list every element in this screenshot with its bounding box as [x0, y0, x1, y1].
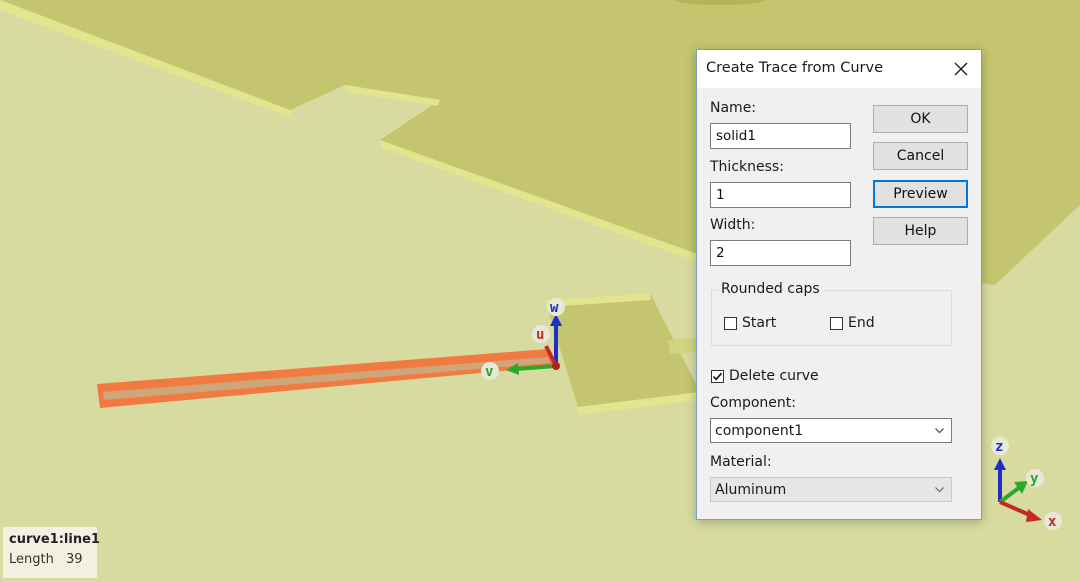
end-checkbox[interactable]: End [830, 315, 875, 331]
axis-x-label: x [1048, 514, 1057, 530]
start-checkbox-box[interactable] [724, 316, 737, 330]
material-select[interactable]: Aluminum [710, 477, 952, 502]
create-trace-dialog: Create Trace from Curve Name: Thickness:… [696, 49, 982, 520]
selection-info-box: curve1:line1 Length 39 [3, 527, 100, 578]
name-input[interactable] [710, 123, 851, 149]
chevron-down-icon [935, 487, 944, 493]
close-icon [954, 62, 968, 76]
length-value: 39 [65, 552, 83, 567]
component-select[interactable]: component1 [710, 418, 952, 443]
axis-z-label: z [995, 439, 1003, 455]
component-label: Component: [710, 395, 796, 411]
width-input[interactable] [710, 240, 851, 266]
delete-curve-checkbox-box[interactable] [711, 369, 724, 383]
help-button[interactable]: Help [873, 217, 968, 245]
name-label: Name: [710, 100, 757, 116]
axis-y-label: y [1030, 471, 1039, 487]
end-checkbox-box[interactable] [830, 316, 843, 330]
component-value: component1 [715, 422, 804, 439]
close-button[interactable] [941, 50, 981, 88]
material-value: Aluminum [715, 481, 787, 498]
curve-name: curve1:line1 [9, 532, 100, 547]
end-label: End [848, 315, 875, 331]
ok-button[interactable]: OK [873, 105, 968, 133]
start-checkbox[interactable]: Start [724, 315, 776, 331]
triad-u-label: u [536, 327, 544, 343]
checkmark-icon [712, 372, 723, 380]
start-label: Start [742, 315, 777, 331]
delete-curve-label: Delete curve [729, 368, 819, 384]
dialog-title: Create Trace from Curve [706, 60, 883, 76]
triad-v-label: v [485, 364, 493, 380]
width-label: Width: [710, 217, 756, 233]
rounded-caps-label: Rounded caps [718, 281, 823, 297]
cancel-button[interactable]: Cancel [873, 142, 968, 170]
preview-button[interactable]: Preview [873, 180, 968, 208]
rounded-caps-group: Rounded caps Start End [711, 281, 952, 346]
thickness-label: Thickness: [710, 159, 784, 175]
chevron-down-icon [935, 428, 944, 434]
length-label: Length [9, 552, 54, 567]
triad-w-label: w [550, 300, 559, 316]
material-label: Material: [710, 454, 772, 470]
dialog-titlebar[interactable]: Create Trace from Curve [697, 50, 981, 88]
curve-length: Length 39 [9, 552, 91, 567]
thickness-input[interactable] [710, 182, 851, 208]
delete-curve-checkbox[interactable]: Delete curve [711, 368, 819, 384]
